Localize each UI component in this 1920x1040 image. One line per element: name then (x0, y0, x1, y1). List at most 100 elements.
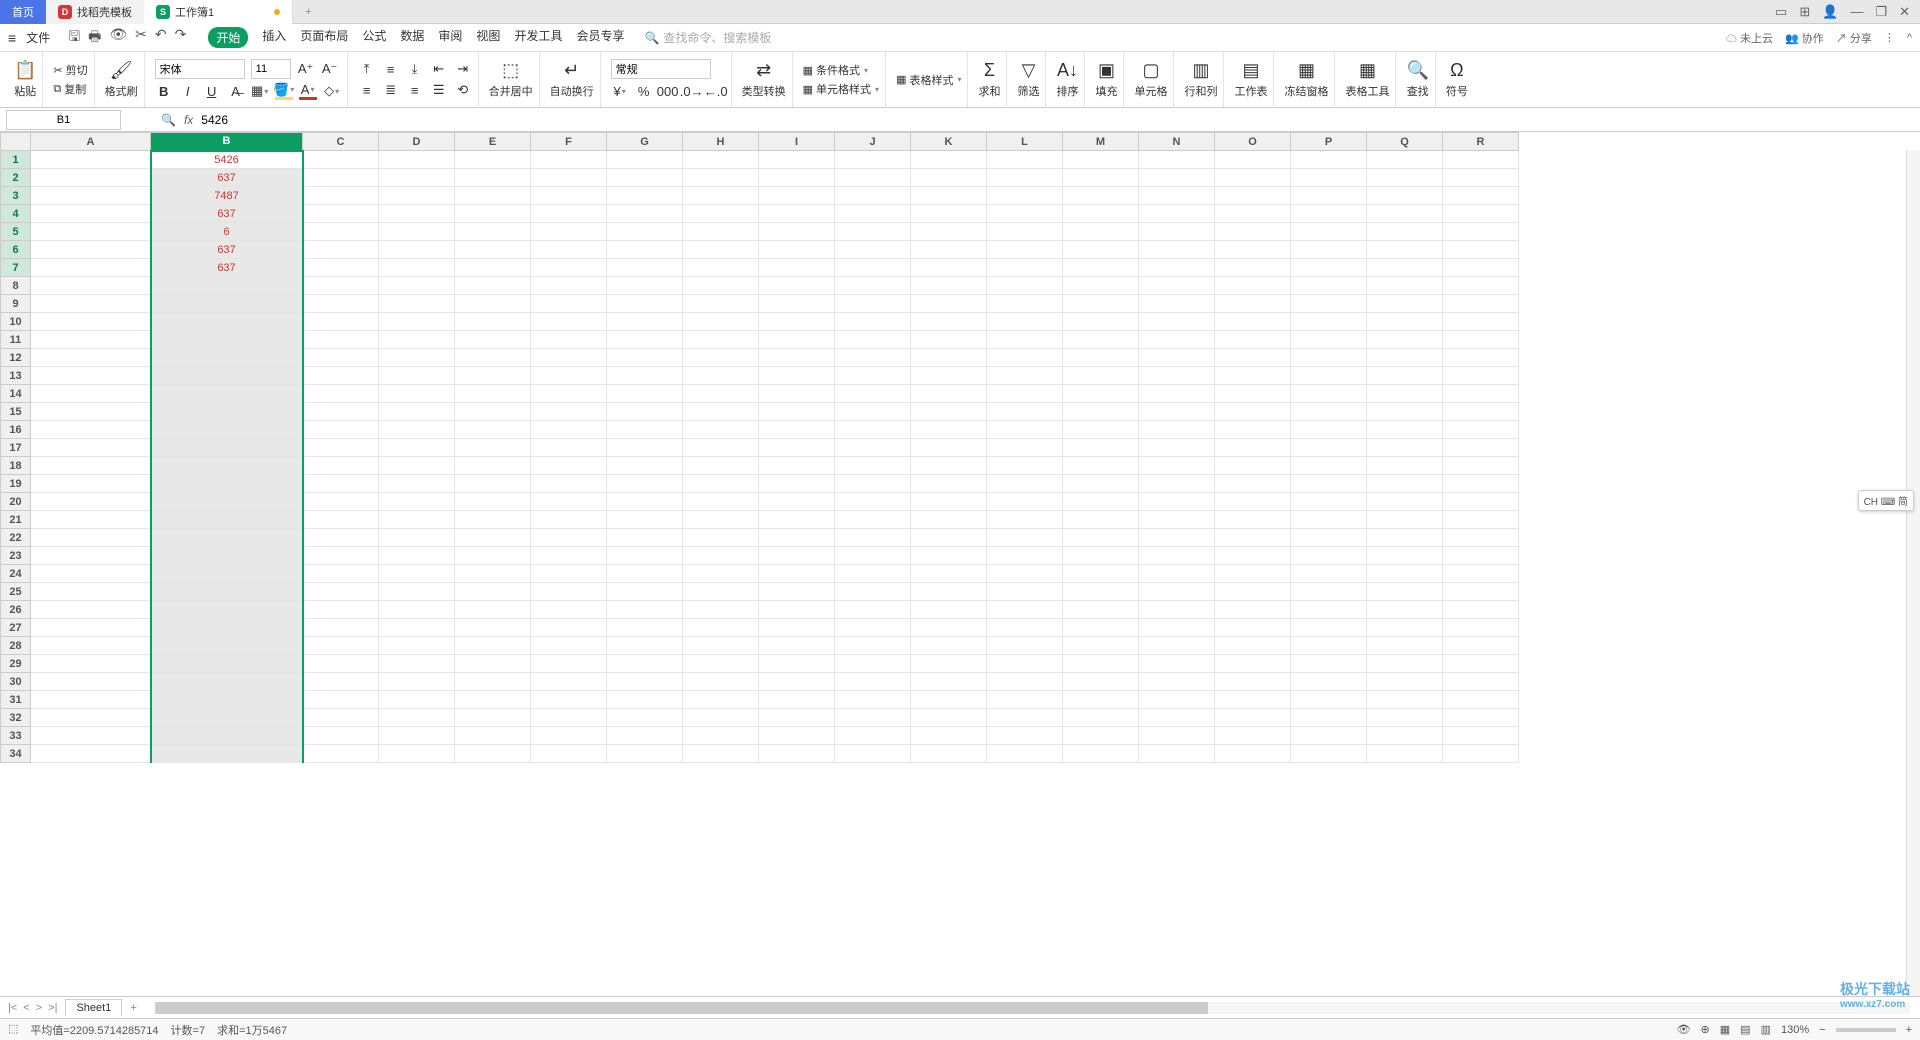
indent-dec-icon[interactable]: ⇤ (430, 60, 448, 78)
cell-B19[interactable] (151, 475, 303, 493)
cell-K5[interactable] (911, 223, 987, 241)
filter-button[interactable]: ▽筛选 (1017, 60, 1039, 99)
cell-M14[interactable] (1063, 385, 1139, 403)
number-format-select[interactable] (611, 59, 711, 79)
cell-D5[interactable] (379, 223, 455, 241)
cell-B34[interactable] (151, 745, 303, 763)
cell-O10[interactable] (1215, 313, 1291, 331)
cell-A20[interactable] (31, 493, 151, 511)
hamburger-icon[interactable]: ≡ (8, 30, 16, 46)
ribbon-tab-dev[interactable]: 开发工具 (514, 27, 562, 48)
cell-O33[interactable] (1215, 727, 1291, 745)
cell-G21[interactable] (607, 511, 683, 529)
cell-N27[interactable] (1139, 619, 1215, 637)
cell-D14[interactable] (379, 385, 455, 403)
cell-O13[interactable] (1215, 367, 1291, 385)
cell-style-button[interactable]: ▦ 单元格样式▾ (803, 81, 879, 97)
paste-button[interactable]: 📋粘贴 (14, 60, 36, 99)
cell-N17[interactable] (1139, 439, 1215, 457)
cell-E17[interactable] (455, 439, 531, 457)
preview-icon[interactable]: 👁 (109, 26, 127, 50)
cell-M15[interactable] (1063, 403, 1139, 421)
cell-N10[interactable] (1139, 313, 1215, 331)
cell-P14[interactable] (1291, 385, 1367, 403)
row-header-4[interactable]: 4 (1, 205, 31, 223)
cell-C23[interactable] (303, 547, 379, 565)
cell-D27[interactable] (379, 619, 455, 637)
layout1-icon[interactable]: ▭ (1775, 4, 1787, 20)
cell-I9[interactable] (759, 295, 835, 313)
cell-L34[interactable] (987, 745, 1063, 763)
cell-H18[interactable] (683, 457, 759, 475)
cell-H5[interactable] (683, 223, 759, 241)
cell-F7[interactable] (531, 259, 607, 277)
cell-O14[interactable] (1215, 385, 1291, 403)
cell-L23[interactable] (987, 547, 1063, 565)
cell-R21[interactable] (1443, 511, 1519, 529)
cell-N18[interactable] (1139, 457, 1215, 475)
sort-button[interactable]: A↓排序 (1056, 60, 1078, 99)
cell-I10[interactable] (759, 313, 835, 331)
cell-P31[interactable] (1291, 691, 1367, 709)
cell-P18[interactable] (1291, 457, 1367, 475)
cell-K18[interactable] (911, 457, 987, 475)
cell-P27[interactable] (1291, 619, 1367, 637)
cell-P11[interactable] (1291, 331, 1367, 349)
cell-H17[interactable] (683, 439, 759, 457)
cell-J32[interactable] (835, 709, 911, 727)
cell-L12[interactable] (987, 349, 1063, 367)
cell-J11[interactable] (835, 331, 911, 349)
cell-O8[interactable] (1215, 277, 1291, 295)
cell-R17[interactable] (1443, 439, 1519, 457)
cell-B23[interactable] (151, 547, 303, 565)
cell-C1[interactable] (303, 151, 379, 169)
col-header-P[interactable]: P (1291, 133, 1367, 151)
cell-P30[interactable] (1291, 673, 1367, 691)
cell-H33[interactable] (683, 727, 759, 745)
cell-G32[interactable] (607, 709, 683, 727)
cell-D24[interactable] (379, 565, 455, 583)
cell-K22[interactable] (911, 529, 987, 547)
cell-I18[interactable] (759, 457, 835, 475)
freeze-button[interactable]: ▦冻结窗格 (1284, 60, 1328, 99)
cell-J29[interactable] (835, 655, 911, 673)
cell-L32[interactable] (987, 709, 1063, 727)
italic-icon[interactable]: I (179, 82, 197, 100)
row-header-2[interactable]: 2 (1, 169, 31, 187)
cell-P26[interactable] (1291, 601, 1367, 619)
cell-A16[interactable] (31, 421, 151, 439)
cell-I11[interactable] (759, 331, 835, 349)
cell-H7[interactable] (683, 259, 759, 277)
cell-R1[interactable] (1443, 151, 1519, 169)
cell-H27[interactable] (683, 619, 759, 637)
cell-E7[interactable] (455, 259, 531, 277)
font-color-icon[interactable]: A▾ (299, 82, 317, 100)
cell-D17[interactable] (379, 439, 455, 457)
cell-F4[interactable] (531, 205, 607, 223)
avatar-icon[interactable]: 👤 (1822, 4, 1838, 20)
cell-A22[interactable] (31, 529, 151, 547)
cell-C32[interactable] (303, 709, 379, 727)
col-header-G[interactable]: G (607, 133, 683, 151)
cell-N9[interactable] (1139, 295, 1215, 313)
cell-B31[interactable] (151, 691, 303, 709)
cell-D2[interactable] (379, 169, 455, 187)
cell-R31[interactable] (1443, 691, 1519, 709)
cell-F2[interactable] (531, 169, 607, 187)
cell-M12[interactable] (1063, 349, 1139, 367)
row-header-22[interactable]: 22 (1, 529, 31, 547)
cell-N29[interactable] (1139, 655, 1215, 673)
cell-P15[interactable] (1291, 403, 1367, 421)
cell-C26[interactable] (303, 601, 379, 619)
cell-I6[interactable] (759, 241, 835, 259)
cell-G9[interactable] (607, 295, 683, 313)
cell-H4[interactable] (683, 205, 759, 223)
cell-D23[interactable] (379, 547, 455, 565)
cell-F26[interactable] (531, 601, 607, 619)
cell-E27[interactable] (455, 619, 531, 637)
cell-N7[interactable] (1139, 259, 1215, 277)
type-convert-button[interactable]: ⇄类型转换 (742, 60, 786, 99)
cell-L20[interactable] (987, 493, 1063, 511)
cell-G29[interactable] (607, 655, 683, 673)
row-header-34[interactable]: 34 (1, 745, 31, 763)
